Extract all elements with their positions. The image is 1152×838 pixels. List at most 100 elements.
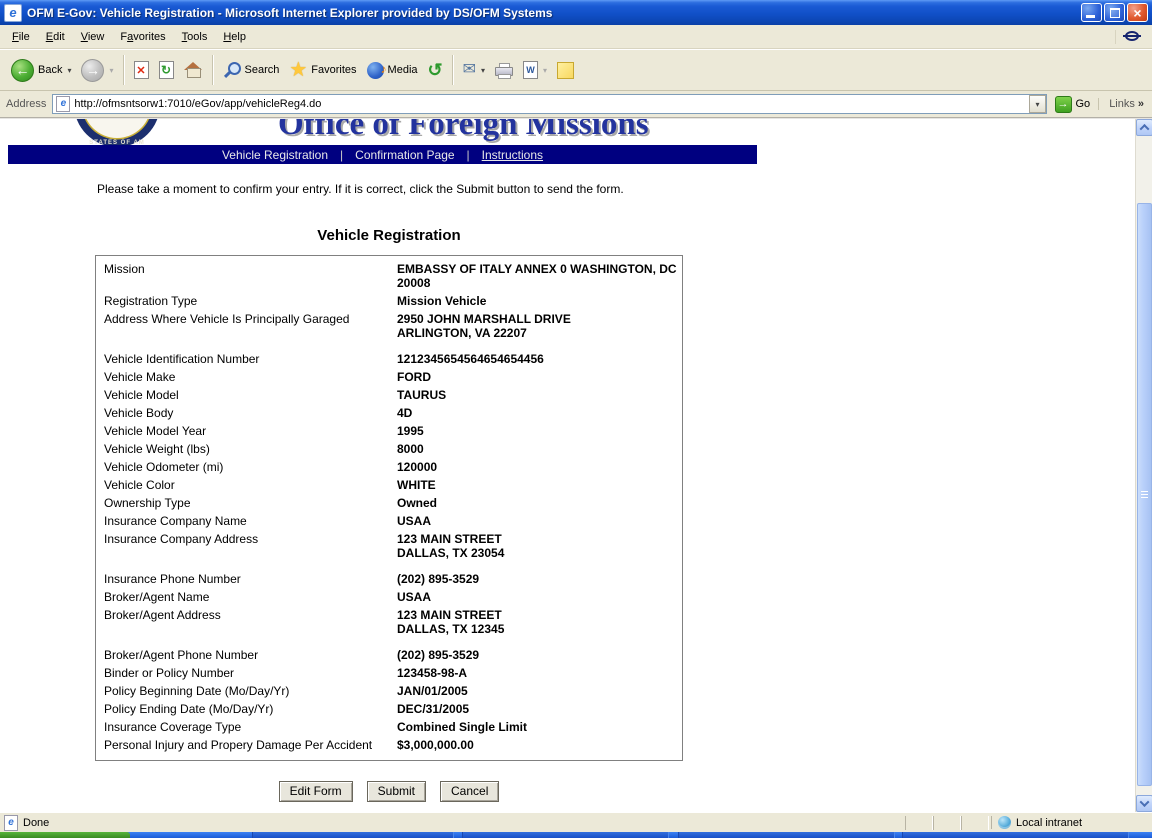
field-value: 123 MAIN STREET DALLAS, TX 12345 bbox=[391, 608, 682, 636]
vertical-scrollbar[interactable] bbox=[1135, 119, 1152, 812]
taskbar-item[interactable] bbox=[678, 832, 895, 838]
toolbar-separator bbox=[452, 55, 454, 85]
media-button[interactable]: ♪ Media bbox=[362, 59, 423, 82]
back-dropdown-icon[interactable]: ▾ bbox=[67, 66, 71, 75]
field-label: Ownership Type bbox=[96, 496, 391, 510]
field-label: Insurance Company Address bbox=[96, 532, 391, 560]
taskbar-item[interactable] bbox=[462, 832, 669, 838]
nav-separator: | bbox=[467, 148, 470, 162]
stop-button[interactable]: ✕ bbox=[129, 58, 154, 82]
links-menu[interactable]: Links » bbox=[1098, 98, 1144, 110]
menu-items: FileEditViewFavoritesToolsHelp bbox=[4, 27, 254, 47]
field-label: Insurance Coverage Type bbox=[96, 720, 391, 734]
address-dropdown-button[interactable]: ▾ bbox=[1029, 95, 1046, 113]
restore-button[interactable] bbox=[1104, 3, 1125, 22]
submit-button[interactable]: Submit bbox=[367, 781, 426, 802]
field-label: Vehicle Model bbox=[96, 388, 391, 402]
scroll-down-button[interactable] bbox=[1136, 795, 1152, 812]
mail-button[interactable]: ✉ ▾ bbox=[458, 59, 490, 81]
address-url[interactable]: http://ofmsntsorw1:7010/eGov/app/vehicle… bbox=[74, 98, 1028, 110]
favorites-label: Favorites bbox=[311, 64, 356, 76]
nav-item-vehicle-registration[interactable]: Vehicle Registration bbox=[222, 148, 328, 162]
address-input[interactable]: e http://ofmsntsorw1:7010/eGov/app/vehic… bbox=[52, 94, 1046, 114]
mail-icon: ✉ bbox=[463, 62, 476, 78]
go-button[interactable]: → Go bbox=[1055, 96, 1091, 113]
field-label: Vehicle Identification Number bbox=[96, 352, 391, 366]
field-value: TAURUS bbox=[391, 388, 682, 402]
taskbar-item[interactable] bbox=[902, 832, 1129, 838]
status-left: e Done bbox=[4, 815, 905, 831]
field-value: 8000 bbox=[391, 442, 682, 456]
back-button[interactable]: ← Back ▾ bbox=[6, 56, 76, 85]
home-button[interactable] bbox=[179, 59, 208, 81]
field-value: EMBASSY OF ITALY ANNEX 0 WASHINGTON, DC … bbox=[391, 262, 682, 290]
edit-with-word-button[interactable]: W ▾ bbox=[518, 58, 552, 82]
table-row: Insurance Coverage TypeCombined Single L… bbox=[96, 718, 682, 736]
field-label: Insurance Company Name bbox=[96, 514, 391, 528]
address-bar: Address e http://ofmsntsorw1:7010/eGov/a… bbox=[0, 91, 1152, 117]
field-label: Vehicle Make bbox=[96, 370, 391, 384]
start-button-fragment[interactable] bbox=[0, 832, 130, 838]
note-icon bbox=[557, 62, 574, 79]
windows-taskbar[interactable] bbox=[0, 832, 1152, 838]
field-label: Binder or Policy Number bbox=[96, 666, 391, 680]
search-icon bbox=[223, 61, 241, 79]
history-button[interactable]: ↺ bbox=[423, 59, 448, 81]
taskbar-item[interactable] bbox=[252, 832, 454, 838]
window-title: OFM E-Gov: Vehicle Registration - Micros… bbox=[27, 6, 1079, 20]
field-value: WHITE bbox=[391, 478, 682, 492]
scroll-up-button[interactable] bbox=[1136, 119, 1152, 136]
stop-icon: ✕ bbox=[134, 61, 149, 79]
close-button[interactable]: × bbox=[1127, 3, 1148, 22]
menu-view[interactable]: View bbox=[73, 27, 113, 47]
refresh-button[interactable]: ↻ bbox=[154, 58, 179, 82]
menu-favorites[interactable]: Favorites bbox=[112, 27, 173, 47]
globe-icon bbox=[998, 816, 1011, 829]
menu-file[interactable]: File bbox=[4, 27, 38, 47]
us-seal-image: STATES OF AM bbox=[74, 119, 160, 147]
field-value: 1212345654564654654456 bbox=[391, 352, 682, 366]
forward-button[interactable]: → ▾ bbox=[76, 56, 118, 85]
table-row: Vehicle ModelTAURUS bbox=[96, 386, 682, 404]
table-row: Vehicle MakeFORD bbox=[96, 368, 682, 386]
status-panel bbox=[933, 816, 961, 830]
search-button[interactable]: Search bbox=[218, 58, 285, 82]
table-row: Policy Beginning Date (Mo/Day/Yr)JAN/01/… bbox=[96, 682, 682, 700]
page-navigation-bar: Vehicle Registration|Confirmation Page|I… bbox=[8, 145, 757, 164]
close-icon: × bbox=[1128, 4, 1147, 21]
discuss-button[interactable] bbox=[552, 59, 579, 82]
form-actions: Edit Form Submit Cancel bbox=[95, 781, 683, 802]
forward-icon: → bbox=[81, 59, 104, 82]
toolbar-separator bbox=[212, 55, 214, 85]
go-arrow-icon: → bbox=[1055, 96, 1072, 113]
edit-form-button[interactable]: Edit Form bbox=[279, 781, 353, 802]
toolbar-separator bbox=[123, 55, 125, 85]
status-page-icon: e bbox=[4, 815, 18, 831]
status-panel bbox=[905, 816, 933, 830]
field-label: Policy Ending Date (Mo/Day/Yr) bbox=[96, 702, 391, 716]
page-icon: e bbox=[56, 96, 70, 112]
cancel-button[interactable]: Cancel bbox=[440, 781, 499, 802]
field-label: Broker/Agent Phone Number bbox=[96, 648, 391, 662]
menu-help[interactable]: Help bbox=[215, 27, 254, 47]
window-titlebar: e OFM E-Gov: Vehicle Registration - Micr… bbox=[0, 0, 1152, 25]
mail-dropdown-icon[interactable]: ▾ bbox=[481, 66, 485, 75]
nav-item-confirmation-page[interactable]: Confirmation Page bbox=[355, 148, 454, 162]
edit-dropdown-icon: ▾ bbox=[543, 66, 547, 75]
table-row: MissionEMBASSY OF ITALY ANNEX 0 WASHINGT… bbox=[96, 260, 682, 292]
search-label: Search bbox=[245, 64, 280, 76]
field-label: Vehicle Odometer (mi) bbox=[96, 460, 391, 474]
favorites-button[interactable]: ★ Favorites bbox=[284, 59, 361, 81]
field-value: $3,000,000.00 bbox=[391, 738, 682, 752]
menu-edit[interactable]: Edit bbox=[38, 27, 73, 47]
field-label: Personal Injury and Propery Damage Per A… bbox=[96, 738, 391, 752]
scrollbar-thumb[interactable] bbox=[1137, 203, 1152, 786]
print-button[interactable] bbox=[490, 60, 518, 81]
field-value: 2950 JOHN MARSHALL DRIVE ARLINGTON, VA 2… bbox=[391, 312, 682, 340]
nav-item-instructions[interactable]: Instructions bbox=[482, 148, 543, 162]
field-label: Policy Beginning Date (Mo/Day/Yr) bbox=[96, 684, 391, 698]
minimize-button[interactable] bbox=[1081, 3, 1102, 22]
menu-tools[interactable]: Tools bbox=[174, 27, 216, 47]
table-row: Policy Ending Date (Mo/Day/Yr)DEC/31/200… bbox=[96, 700, 682, 718]
go-label: Go bbox=[1076, 98, 1091, 110]
